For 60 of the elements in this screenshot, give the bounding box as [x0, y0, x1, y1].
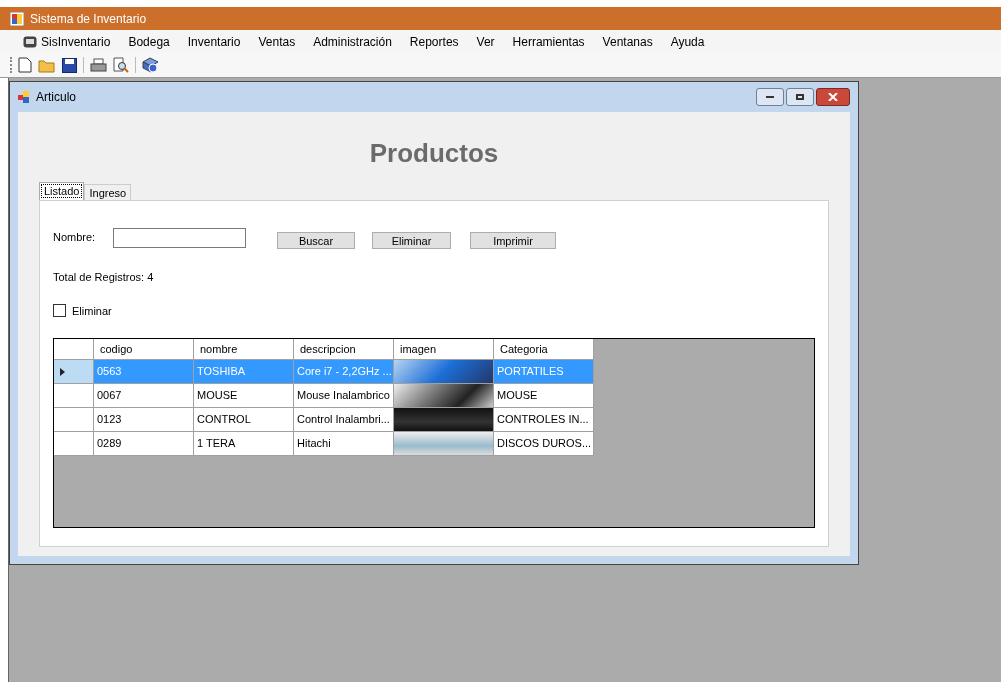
- table-cell: 1 TERA: [194, 432, 294, 456]
- minimize-button[interactable]: [756, 88, 784, 106]
- row-header[interactable]: [54, 408, 94, 432]
- table-cell: 0563: [94, 360, 194, 384]
- column-header: codigo: [94, 339, 194, 360]
- table-cell: 0067: [94, 384, 194, 408]
- action-button[interactable]: Buscar: [277, 232, 355, 249]
- menu-item[interactable]: Inventario: [178, 31, 250, 52]
- form-icon: [18, 91, 30, 103]
- menu-item[interactable]: Administración: [304, 31, 401, 52]
- row-header[interactable]: [54, 360, 94, 384]
- table-cell: Control Inalambri...: [294, 408, 394, 432]
- column-header: descripcion: [294, 339, 394, 360]
- menu-item[interactable]: Herramientas: [503, 31, 594, 52]
- close-icon: [828, 93, 838, 101]
- new-document-icon[interactable]: [18, 57, 32, 73]
- table-cell: PORTATILES: [494, 360, 594, 384]
- menu-item[interactable]: Ayuda: [661, 31, 714, 52]
- table-cell: Mouse Inalambrico: [294, 384, 394, 408]
- menu-item[interactable]: Bodega: [119, 31, 179, 52]
- table-cell: Hitachi: [294, 432, 394, 456]
- current-row-icon: [60, 367, 65, 376]
- printer-icon[interactable]: [90, 57, 107, 73]
- table-cell: MOUSE: [194, 384, 294, 408]
- column-header: Categoria: [494, 339, 594, 360]
- table-cell: 0289: [94, 432, 194, 456]
- menu-item[interactable]: Ventas: [249, 31, 305, 52]
- name-input-field[interactable]: [113, 227, 246, 248]
- menu-item[interactable]: Ventanas: [593, 31, 662, 52]
- page-heading: Productos: [368, 137, 500, 170]
- app-icon: [10, 11, 24, 26]
- menu-item[interactable]: Ver: [467, 31, 504, 52]
- menu-item[interactable]: Reportes: [400, 31, 468, 52]
- table-cell: TOSHIBA: [194, 360, 294, 384]
- monitor-icon: [23, 35, 37, 48]
- delete-checkbox[interactable]: Eliminar: [53, 302, 815, 319]
- maximize-button[interactable]: [786, 88, 814, 106]
- table-cell: 0123: [94, 408, 194, 432]
- table-cell: Core i7 - 2,2GHz ...: [294, 360, 394, 384]
- window-title: Sistema de Inventario: [30, 10, 147, 28]
- column-header: imagen: [394, 339, 494, 360]
- total-records-text: Total de Registros: 4: [53, 270, 155, 285]
- tab[interactable]: Ingreso: [84, 184, 132, 200]
- name-label: Nombre:: [53, 230, 97, 246]
- row-header[interactable]: [54, 432, 94, 456]
- column-header: nombre: [194, 339, 294, 360]
- help-icon[interactable]: [142, 57, 159, 73]
- save-icon[interactable]: [62, 57, 77, 73]
- table-cell: CONTROLES IN...: [494, 408, 594, 432]
- menu-item[interactable]: SisInventario: [14, 31, 120, 52]
- row-header[interactable]: [54, 384, 94, 408]
- table-cell: MOUSE: [494, 384, 594, 408]
- tab[interactable]: Listado: [39, 182, 85, 200]
- action-button[interactable]: Imprimir: [470, 232, 556, 249]
- action-button[interactable]: Eliminar: [372, 232, 451, 249]
- close-button[interactable]: [816, 88, 850, 106]
- print-preview-icon[interactable]: [113, 57, 129, 73]
- window-title: Articulo: [36, 89, 76, 106]
- table-cell: DISCOS DUROS...: [494, 432, 594, 456]
- table-cell: CONTROL: [194, 408, 294, 432]
